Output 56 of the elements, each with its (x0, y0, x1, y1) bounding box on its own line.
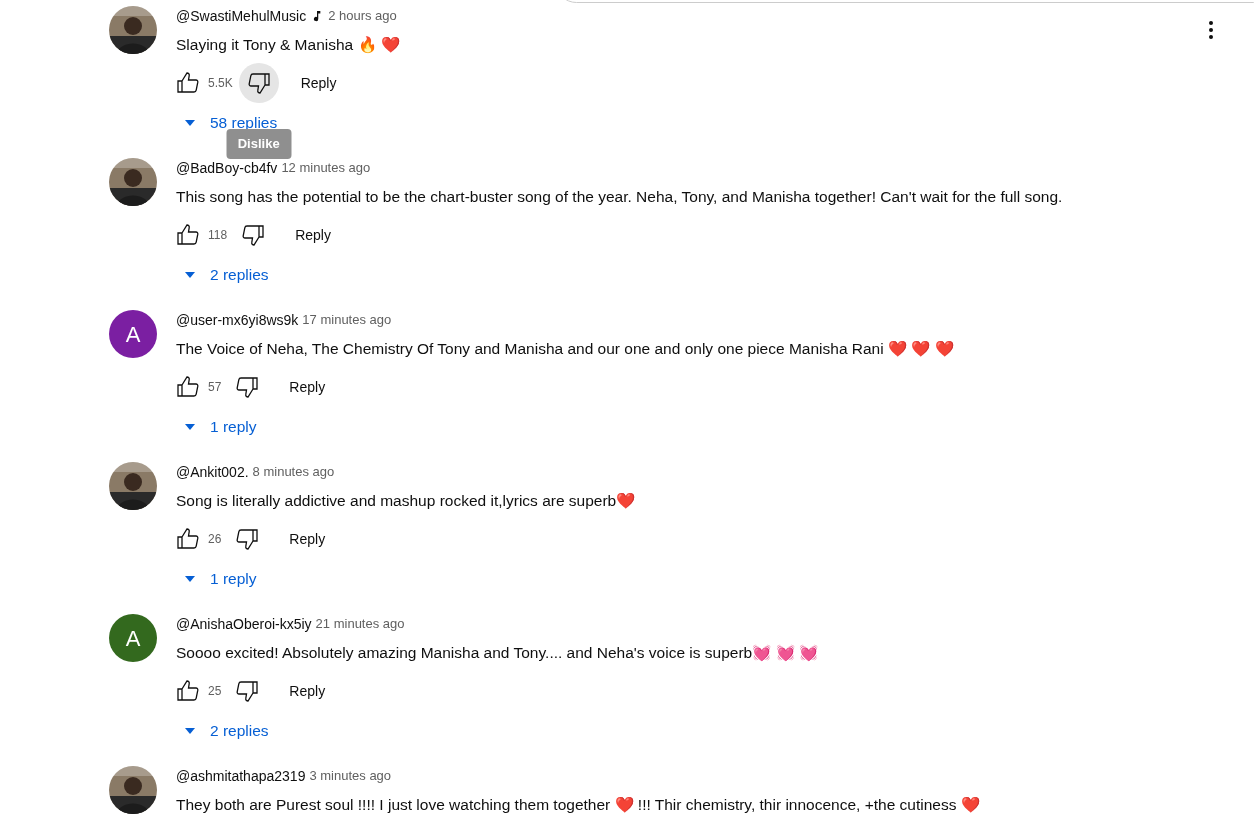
replies-toggle[interactable]: 1 reply (176, 561, 636, 597)
reply-button[interactable]: Reply (279, 217, 347, 253)
author-name[interactable]: @ashmitathapa2319 (176, 765, 306, 787)
like-count: 5.5K (208, 75, 233, 92)
thumbs-down-icon (235, 679, 260, 703)
thumbs-down-icon (241, 223, 266, 247)
author-name[interactable]: @SwastiMehulMusic (176, 5, 307, 27)
timestamp[interactable]: 12 minutes ago (281, 158, 371, 178)
like-button[interactable]: 5.5K (176, 63, 239, 103)
author-name[interactable]: @BadBoy-cb4fv (176, 157, 278, 179)
comment-text: This song has the potential to be the chart-buster song of the year. Neha, Tony, and Manisha together! Can't wait for the full song. (176, 187, 1063, 207)
avatar: A (109, 614, 157, 662)
tooltip: Dislike (226, 129, 292, 159)
replies-toggle[interactable]: 2 replies (176, 713, 818, 749)
like-count: 26 (208, 531, 222, 548)
reply-button[interactable]: Reply (273, 673, 342, 709)
caret-icon (184, 423, 196, 431)
like-count: 25 (208, 683, 222, 700)
like-count: 118 (208, 227, 228, 244)
thumbs-up-icon (176, 71, 200, 95)
like-button[interactable]: 118 (176, 215, 234, 255)
replies-toggle[interactable]: 1 reply (176, 409, 954, 445)
caret-icon (184, 271, 196, 279)
like-button[interactable]: 57 (176, 367, 228, 407)
like-button[interactable]: 25 (176, 671, 228, 711)
thumbs-up-icon (176, 527, 200, 551)
reply-button[interactable]: Reply (273, 369, 342, 405)
avatar: A (109, 310, 157, 358)
author-name[interactable]: @user-mx6yi8ws9k (176, 309, 299, 331)
author-name[interactable]: @AnishaOberoi-kx5iy (176, 613, 312, 635)
thumbs-down-icon (235, 527, 260, 551)
caret-icon (184, 575, 196, 583)
comment-text: Soooo excited! Absolutely amazing Manisha and Tony.... and Neha's voice is superb💓 💓 💓 (176, 643, 818, 663)
thumbs-up-icon (176, 679, 200, 703)
comment-text: The Voice of Neha, The Chemistry Of Tony and Manisha and our one and only one piece Manisha Rani ❤ ❤ ❤ (176, 339, 954, 359)
like-count: 57 (208, 379, 222, 396)
timestamp[interactable]: 2 hours ago (328, 6, 397, 26)
timestamp[interactable]: 8 minutes ago (252, 462, 335, 482)
thumbs-down-icon (235, 375, 260, 399)
reply-button[interactable]: Reply (273, 521, 342, 557)
comment-text: Song is literally addictive and mashup rocked it,lyrics are superb❤ (176, 491, 636, 511)
thumbs-up-icon (176, 223, 200, 247)
timestamp[interactable]: 17 minutes ago (302, 310, 392, 330)
timestamp[interactable]: 3 minutes ago (309, 766, 392, 786)
caret-icon (184, 727, 196, 735)
thumbs-down-icon (246, 71, 271, 95)
like-button[interactable]: 26 (176, 519, 228, 559)
comment-text: Slaying it Tony & Manisha 🔥 ❤ (176, 35, 400, 55)
thumbs-up-icon (176, 375, 200, 399)
replies-toggle[interactable]: 2 replies (176, 257, 1063, 293)
reply-button[interactable]: Reply (284, 65, 353, 101)
caret-icon (184, 119, 196, 127)
comment-text: They both are Purest soul !!!! I just love watching them together ❤ !!! Thir chemistry, thir innocence, +the cutiness ❤ (176, 795, 980, 815)
timestamp[interactable]: 21 minutes ago (315, 614, 405, 634)
dislike-button[interactable] (238, 63, 279, 103)
author-name[interactable]: @Ankit002. (176, 461, 249, 483)
